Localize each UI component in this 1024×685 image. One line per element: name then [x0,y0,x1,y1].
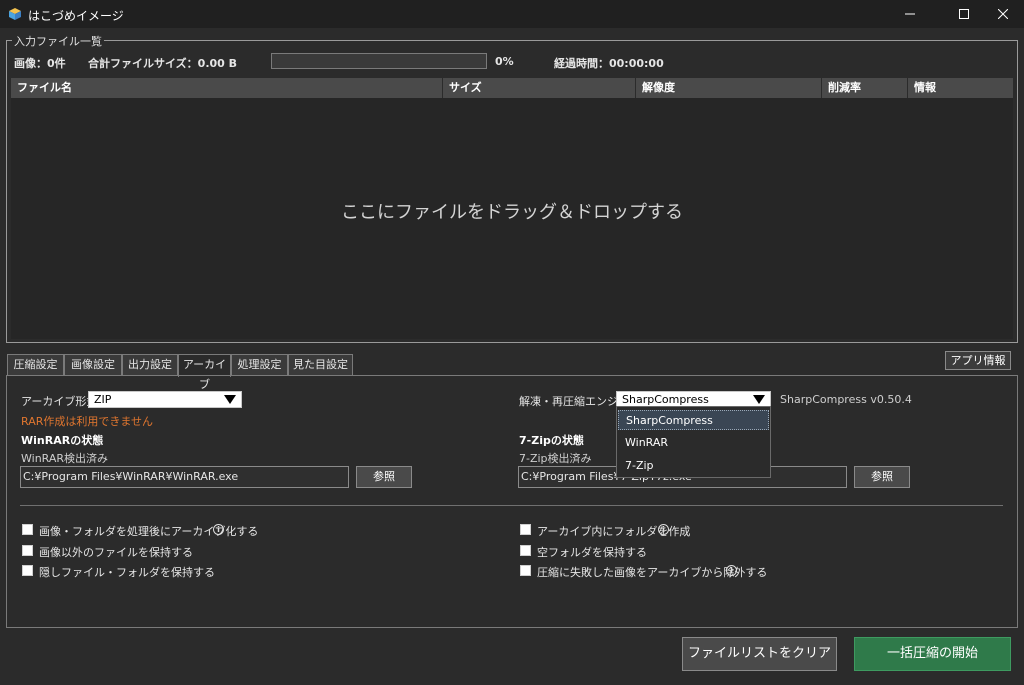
start-batch-compression-button[interactable]: 一括圧縮の開始 [854,637,1011,671]
info-icon[interactable]: i [658,524,669,535]
checkbox-label: 画像以外のファイルを保持する [39,546,193,559]
drop-hint: ここにファイルをドラッグ＆ドロップする [341,202,683,223]
checkbox[interactable] [22,545,33,556]
window-title: はこづめイメージ [28,9,124,23]
tab-appearance[interactable]: 見た目設定 [288,354,353,376]
checkbox-keep-hidden-files[interactable]: 隠しファイル・フォルダを保持する [22,564,222,579]
archive-format-select[interactable]: ZIP [88,391,242,408]
checkbox-create-folder-in-archive[interactable]: アーカイブ内にフォルダを作成 i [520,523,690,538]
close-button[interactable] [980,0,1024,28]
archive-format-label: アーカイブ形式 [21,395,98,408]
sevenzip-browse-button[interactable]: 参照 [854,466,910,488]
checkbox-keep-empty-folders[interactable]: 空フォルダを保持する [520,544,680,559]
progress-percent: 0% [495,55,514,68]
column-header-reduction[interactable]: 削減率 [822,78,908,98]
clear-file-list-button[interactable]: ファイルリストをクリア [682,637,837,671]
chevron-down-icon [224,395,236,404]
checkbox[interactable] [520,545,531,556]
minimize-icon [905,13,915,15]
section-divider [20,505,1003,506]
checkbox-exclude-failed-images[interactable]: 圧縮に失敗した画像をアーカイブから除外する i [520,564,767,579]
chevron-down-icon [753,395,765,404]
checkbox[interactable] [22,524,33,535]
image-count: 画像：0件 [14,57,66,70]
winrar-status-title: WinRARの状態 [21,434,104,447]
engine-dropdown-list: SharpCompress WinRAR 7-Zip [616,406,771,478]
box-icon [9,8,21,20]
progress-bar [271,53,487,69]
winrar-browse-button[interactable]: 参照 [356,466,412,488]
winrar-status: WinRAR検出済み [21,452,109,465]
tab-image[interactable]: 画像設定 [64,354,122,376]
file-table-header: ファイル名 サイズ 解像度 削減率 情報 [11,78,1013,98]
checkbox-label: 隠しファイル・フォルダを保持する [39,566,215,579]
app-info-button[interactable]: アプリ情報 [945,351,1011,370]
minimize-button[interactable] [887,0,933,28]
maximize-icon [959,9,969,19]
sevenzip-status: 7-Zip検出済み [519,452,592,465]
sevenzip-status-title: 7-Zipの状態 [519,434,584,447]
column-header-size[interactable]: サイズ [443,78,636,98]
engine-option-7zip[interactable]: 7-Zip [618,456,769,476]
tab-archive[interactable]: アーカイブ [178,354,231,391]
column-header-resolution[interactable]: 解像度 [636,78,822,98]
column-header-info[interactable]: 情報 [908,78,1013,98]
title-bar: はこづめイメージ [0,0,1024,28]
rar-warning: RAR作成は利用できません [21,415,154,428]
total-file-size: 合計ファイルサイズ：0.00 B [88,57,238,70]
checkbox[interactable] [520,565,531,576]
column-header-filename[interactable]: ファイル名 [11,78,443,98]
archive-format-value: ZIP [94,393,112,406]
tab-processing[interactable]: 処理設定 [231,354,288,376]
engine-label: 解凍・再圧縮エンジン [519,395,629,408]
checkbox[interactable] [22,565,33,576]
engine-option-winrar[interactable]: WinRAR [618,433,769,453]
info-icon[interactable]: i [213,524,224,535]
tab-compression[interactable]: 圧縮設定 [7,354,64,376]
winrar-path-input[interactable]: C:¥Program Files¥WinRAR¥WinRAR.exe [20,466,349,488]
engine-version: SharpCompress v0.50.4 [780,393,912,406]
archive-tab-panel [6,375,1018,628]
checkbox[interactable] [520,524,531,535]
engine-option-sharpcompress[interactable]: SharpCompress [618,410,769,430]
checkbox-archive-after-processing[interactable]: 画像・フォルダを処理後にアーカイブ化する i [22,523,258,538]
engine-value: SharpCompress [622,393,709,406]
checkbox-label: 空フォルダを保持する [537,546,647,559]
checkbox-keep-non-image-files[interactable]: 画像以外のファイルを保持する [22,544,222,559]
file-drop-area[interactable]: ここにファイルをドラッグ＆ドロップする [11,98,1013,339]
close-icon [998,9,1008,19]
checkbox-label: 画像・フォルダを処理後にアーカイブ化する [39,525,259,538]
tab-output[interactable]: 出力設定 [122,354,178,376]
elapsed-time: 経過時間：00:00:00 [554,57,664,70]
info-icon[interactable]: i [726,565,737,576]
input-file-group-legend: 入力ファイル一覧 [12,33,104,49]
